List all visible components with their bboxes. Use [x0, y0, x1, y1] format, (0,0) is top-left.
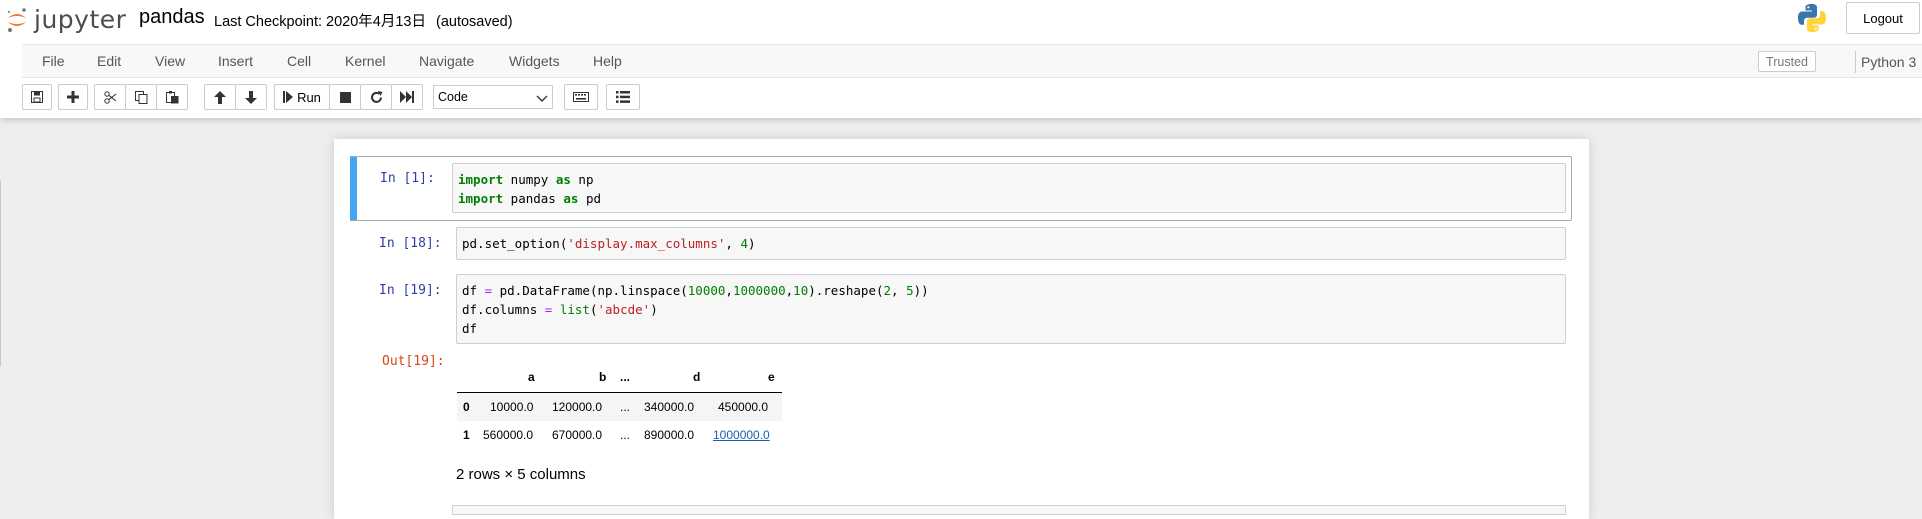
- trusted-indicator[interactable]: Trusted: [1758, 51, 1816, 72]
- table-cell: 670000.0: [552, 428, 603, 442]
- step-forward-icon: [283, 91, 294, 103]
- python-logo-icon: [1796, 2, 1828, 34]
- restart-run-all-button[interactable]: [391, 84, 423, 110]
- restart-icon: [370, 90, 383, 104]
- table-cell: 890000.0: [644, 428, 695, 442]
- table-cell: 120000.0: [552, 400, 603, 414]
- menu-file[interactable]: File: [42, 53, 65, 69]
- save-button[interactable]: [22, 84, 52, 110]
- move-down-button[interactable]: [235, 84, 267, 110]
- menu-edit[interactable]: Edit: [97, 53, 121, 69]
- kernel-separator: [1855, 51, 1856, 73]
- input-prompt: In [1]:: [380, 171, 435, 186]
- paste-icon: [165, 90, 179, 104]
- table-cell: ...: [620, 428, 631, 442]
- jupyter-logo-icon: [6, 7, 28, 32]
- row-index: 0: [463, 400, 470, 414]
- menubar: File Edit View Insert Cell Kernel Naviga…: [22, 44, 1922, 78]
- menu-kernel[interactable]: Kernel: [345, 53, 385, 69]
- code-cell-1[interactable]: import numpy as np import pandas as pd: [452, 163, 1566, 213]
- logout-button[interactable]: Logout: [1846, 2, 1920, 34]
- arrow-up-icon: [214, 90, 226, 104]
- cut-icon: [103, 90, 117, 104]
- list-icon: [616, 91, 630, 103]
- stop-icon: [339, 91, 351, 103]
- code-cell-4[interactable]: [452, 505, 1566, 515]
- plus-icon: [67, 91, 79, 103]
- notebook-name[interactable]: pandas: [139, 6, 205, 29]
- code-cell-2[interactable]: pd.set_option('display.max_columns', 4): [456, 227, 1566, 260]
- toc-button[interactable]: [606, 84, 640, 110]
- menu-cell[interactable]: Cell: [287, 53, 311, 69]
- cut-button[interactable]: [94, 84, 126, 110]
- logo-text: jupyter: [34, 4, 127, 34]
- cell-type-select[interactable]: Code: [433, 85, 553, 109]
- output-prompt: Out[19]:: [382, 354, 445, 369]
- fast-forward-icon: [400, 91, 414, 103]
- table-cell: 1000000.0: [713, 428, 770, 442]
- command-palette-button[interactable]: [564, 84, 598, 110]
- table-cell: 560000.0: [483, 428, 534, 442]
- chevron-down-icon: [536, 92, 548, 106]
- column-header: a: [528, 370, 535, 384]
- copy-icon: [134, 90, 148, 104]
- table-cell: 450000.0: [718, 400, 769, 414]
- autosave-status: (autosaved): [435, 14, 513, 30]
- run-button[interactable]: Run: [274, 84, 330, 110]
- dataframe-shape: 2 rows × 5 columns: [456, 466, 586, 483]
- menu-help[interactable]: Help: [593, 53, 622, 69]
- keyboard-icon: [573, 92, 589, 102]
- column-header: b: [599, 370, 607, 384]
- checkpoint-status: Last Checkpoint: 2020年4月13日 (autosaved): [214, 10, 513, 31]
- table-cell: 10000.0: [490, 400, 534, 414]
- page-edge-line: [0, 180, 1, 366]
- kernel-name[interactable]: Python 3: [1861, 54, 1916, 70]
- interrupt-button[interactable]: [329, 84, 361, 110]
- menu-widgets[interactable]: Widgets: [509, 53, 560, 69]
- column-header: ...: [620, 370, 631, 384]
- restart-button[interactable]: [360, 84, 392, 110]
- paste-button[interactable]: [156, 84, 188, 110]
- checkpoint-text: Last Checkpoint: 2020年4月13日: [214, 14, 426, 30]
- copy-button[interactable]: [125, 84, 157, 110]
- jupyter-logo[interactable]: jupyter: [6, 4, 126, 34]
- table-cell: 340000.0: [644, 400, 695, 414]
- cell-type-value: Code: [438, 90, 468, 104]
- input-prompt: In [19]:: [379, 283, 442, 298]
- table-header-rule: [457, 392, 782, 393]
- row-index: 1: [463, 428, 470, 442]
- header: jupyter pandas Last Checkpoint: 2020年4月1…: [0, 0, 1922, 118]
- menu-view[interactable]: View: [155, 53, 185, 69]
- menu-navigate[interactable]: Navigate: [419, 53, 474, 69]
- insert-cell-button[interactable]: [58, 84, 88, 110]
- run-label: Run: [297, 89, 321, 105]
- move-up-button[interactable]: [204, 84, 236, 110]
- menu-insert[interactable]: Insert: [218, 53, 253, 69]
- save-icon: [31, 91, 43, 103]
- arrow-down-icon: [245, 90, 257, 104]
- table-cell: ...: [620, 400, 631, 414]
- input-prompt: In [18]:: [379, 236, 442, 251]
- column-header: e: [768, 370, 775, 384]
- code-cell-3[interactable]: df = pd.DataFrame(np.linspace(10000,1000…: [456, 274, 1566, 344]
- column-header: d: [693, 370, 701, 384]
